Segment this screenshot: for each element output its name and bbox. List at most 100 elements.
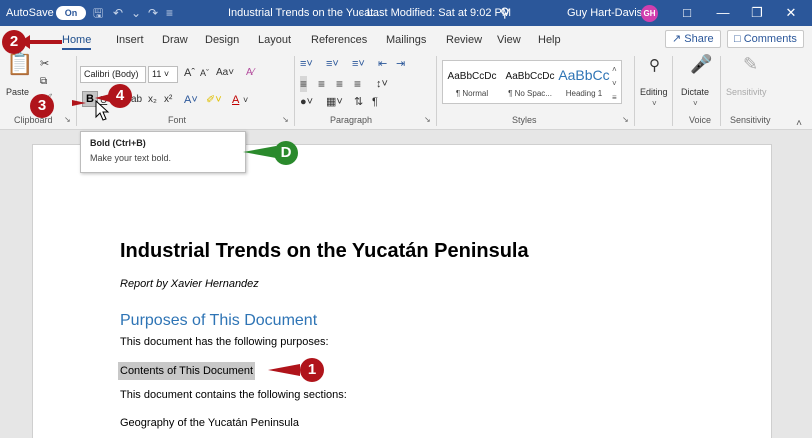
tab-layout[interactable]: Layout: [258, 32, 291, 48]
styles-gallery: AaBbCcDc ¶ Normal AaBbCcDc ¶ No Spac... …: [442, 60, 622, 104]
document-subtitle[interactable]: Report by Xavier Hernandez: [120, 278, 259, 290]
avatar[interactable]: GH: [641, 5, 658, 22]
sort-icon[interactable]: ⇅: [354, 94, 363, 110]
multilevel-list-icon[interactable]: ≡˅: [352, 56, 365, 72]
callout-4: 4: [108, 84, 132, 108]
style-heading-1[interactable]: AaBbCc Heading 1: [555, 61, 613, 103]
save-icon[interactable]: 🖫: [93, 0, 103, 26]
mouse-pointer-icon: [95, 100, 110, 121]
document-heading[interactable]: Purposes of This Document: [120, 312, 317, 330]
tooltip-description: Make your text bold.: [90, 153, 172, 163]
paste-icon[interactable]: 📋: [6, 53, 33, 75]
copy-icon[interactable]: ⧉: [40, 74, 47, 90]
collapse-ribbon-icon[interactable]: ˄: [796, 118, 802, 129]
autosave-label: AutoSave: [6, 7, 54, 19]
tab-review[interactable]: Review: [446, 32, 482, 48]
search-icon[interactable]: ⚲: [500, 0, 510, 26]
callout-d: D: [274, 141, 298, 165]
paragraph-launcher-icon[interactable]: ↘: [424, 112, 431, 128]
numbering-icon[interactable]: ≡˅: [326, 56, 339, 72]
redo-icon[interactable]: ↷: [148, 0, 158, 26]
style-normal[interactable]: AaBbCcDc ¶ Normal: [443, 61, 501, 103]
tooltip-title: Bold (Ctrl+B): [90, 138, 146, 148]
ribbon-display-options-icon[interactable]: □: [670, 0, 704, 26]
title-bar: AutoSave On 🖫 ↶ ⌄ ↷ ≡ Industrial Trends …: [0, 0, 812, 26]
tab-references[interactable]: References: [311, 32, 367, 48]
clipboard-launcher-icon[interactable]: ↘: [64, 112, 71, 128]
close-icon[interactable]: ✕: [774, 0, 808, 26]
justify-icon[interactable]: ≡: [354, 76, 361, 92]
comments-button[interactable]: □ Comments: [727, 30, 804, 48]
tab-help[interactable]: Help: [538, 32, 561, 48]
font-launcher-icon[interactable]: ↘: [282, 112, 289, 128]
style-no-spacing[interactable]: AaBbCcDc ¶ No Spac...: [501, 61, 559, 103]
minimize-icon[interactable]: —: [706, 0, 740, 26]
bullets-icon[interactable]: ≡˅: [300, 56, 313, 72]
paragraph[interactable]: Geography of the Yucatán Peninsula: [120, 417, 299, 429]
chevron-down-icon[interactable]: ˅: [243, 92, 248, 108]
microphone-icon[interactable]: 🎤: [690, 55, 712, 73]
borders-icon[interactable]: ▦˅: [326, 94, 343, 110]
show-marks-icon[interactable]: ¶: [372, 94, 378, 110]
paragraph-group-label: Paragraph: [330, 115, 373, 125]
cut-icon[interactable]: ✂: [40, 56, 49, 72]
subscript-icon[interactable]: x₂: [148, 92, 157, 108]
tab-view[interactable]: View: [497, 32, 521, 48]
styles-group-label: Styles: [512, 115, 537, 125]
callout-3: 3: [30, 94, 54, 118]
sensitivity-group-label: Sensitivity: [730, 115, 771, 125]
line-spacing-icon[interactable]: ↕˅: [376, 76, 388, 92]
separator: [436, 56, 437, 126]
font-color-icon[interactable]: A: [232, 92, 239, 108]
tab-home[interactable]: Home: [62, 32, 92, 50]
clear-formatting-icon[interactable]: A⁄: [246, 65, 254, 81]
separator: [294, 56, 295, 126]
styles-more-icon[interactable]: ≡: [612, 90, 617, 106]
autosave-toggle[interactable]: On: [56, 0, 86, 26]
search-icon[interactable]: ⚲: [649, 58, 660, 74]
undo-icon[interactable]: ↶: [113, 0, 123, 26]
superscript-icon[interactable]: x²: [164, 92, 172, 108]
styles-launcher-icon[interactable]: ↘: [622, 112, 629, 128]
font-group-label: Font: [168, 115, 187, 125]
align-right-icon[interactable]: ≡: [336, 76, 343, 92]
separator: [634, 56, 635, 126]
callout-2: 2: [2, 30, 26, 54]
sensitivity-label[interactable]: Sensitivity: [726, 84, 767, 100]
voice-group-label: Voice: [689, 115, 712, 125]
paragraph[interactable]: This document has the following purposes…: [120, 336, 329, 348]
strikethrough-icon[interactable]: ab: [131, 92, 142, 108]
customize-qat-icon[interactable]: ≡: [166, 0, 173, 26]
tab-design[interactable]: Design: [205, 32, 239, 48]
font-size-dropdown[interactable]: 11 ˅: [148, 66, 178, 83]
maximize-icon[interactable]: ❐: [740, 0, 774, 26]
increase-indent-icon[interactable]: ⇥: [396, 56, 405, 72]
text-effects-icon[interactable]: A˅: [184, 92, 198, 108]
shrink-font-icon[interactable]: Aˇ: [200, 65, 209, 81]
align-center-icon[interactable]: ≡: [318, 76, 325, 92]
tab-mailings[interactable]: Mailings: [386, 32, 426, 48]
paragraph[interactable]: This document contains the following sec…: [120, 389, 347, 401]
sensitivity-icon[interactable]: ✎: [743, 55, 758, 73]
highlight-color-icon[interactable]: ✐˅: [206, 92, 222, 108]
last-modified[interactable]: - Last Modified: Sat at 9:02 PM: [360, 0, 511, 26]
decrease-indent-icon[interactable]: ⇤: [378, 56, 387, 72]
paste-label[interactable]: Paste: [6, 84, 29, 100]
bold-tooltip: Bold (Ctrl+B) Make your text bold.: [80, 131, 246, 173]
separator: [720, 56, 721, 126]
align-left-icon[interactable]: ≡: [300, 76, 308, 92]
chevron-down-icon[interactable]: ˅: [693, 96, 698, 112]
tab-insert[interactable]: Insert: [116, 32, 144, 48]
change-case-icon[interactable]: Aa˅: [216, 65, 234, 81]
user-name[interactable]: Guy Hart-Davis: [567, 0, 642, 26]
share-button[interactable]: ↗ Share: [665, 30, 721, 48]
document-title-text[interactable]: Industrial Trends on the Yucatán Peninsu…: [120, 240, 529, 263]
chevron-down-icon[interactable]: ⌄: [131, 0, 141, 26]
tab-draw[interactable]: Draw: [162, 32, 188, 48]
shading-icon[interactable]: ●˅: [300, 94, 313, 110]
font-name-dropdown[interactable]: Calibri (Body): [80, 66, 146, 83]
separator: [672, 56, 673, 126]
selected-paragraph[interactable]: Contents of This Document: [118, 362, 256, 380]
grow-font-icon[interactable]: Aˆ: [184, 65, 195, 81]
chevron-down-icon[interactable]: ˅: [652, 96, 657, 112]
